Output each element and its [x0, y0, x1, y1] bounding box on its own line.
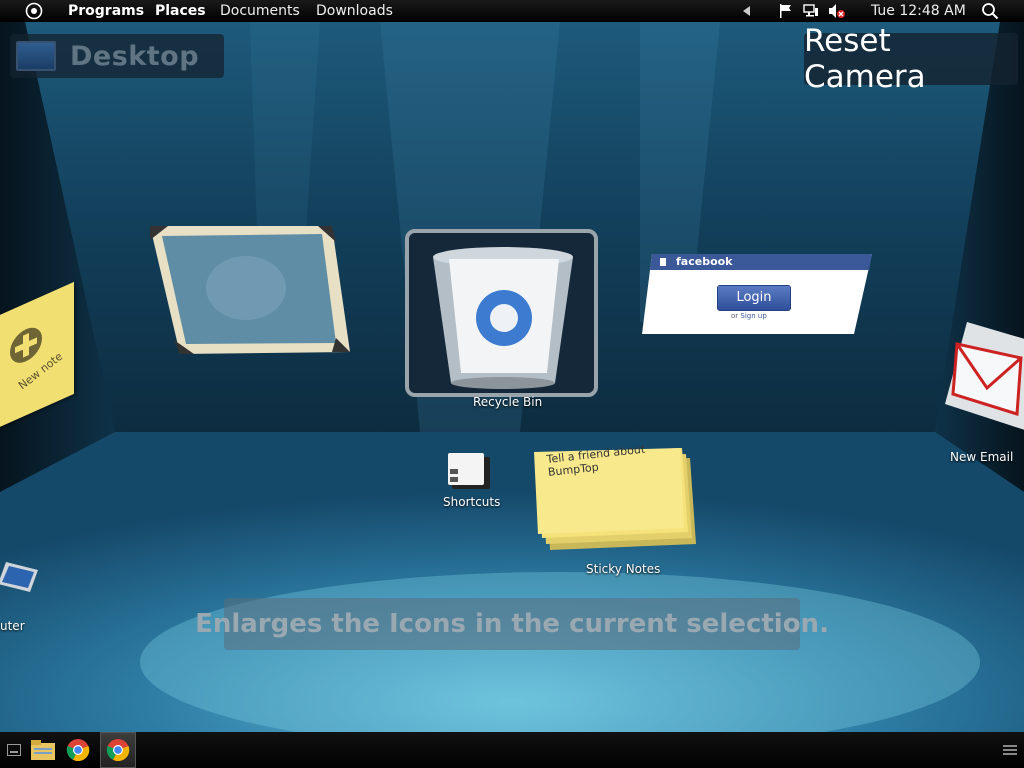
show-desktop-icon[interactable]: [4, 732, 24, 768]
shortcuts-icon[interactable]: [444, 453, 494, 493]
recycle-bin-icon[interactable]: [405, 229, 598, 397]
new-email-icon[interactable]: [945, 322, 1024, 432]
facebook-title: facebook: [676, 255, 733, 268]
computer-label: uter: [0, 619, 25, 633]
monitor-icon: [16, 41, 56, 71]
computer-icon[interactable]: [0, 562, 42, 598]
chrome-window-button[interactable]: [100, 732, 136, 768]
facebook-signup-link[interactable]: Sign up: [740, 312, 766, 320]
action-tooltip: Enlarges the Icons in the current select…: [195, 598, 829, 650]
volume-muted-icon[interactable]: [828, 3, 846, 19]
bumptop-desktop[interactable]: Desktop Reset Camera Recycle Bin faceboo…: [0, 22, 1024, 732]
menu-documents[interactable]: Documents: [220, 0, 300, 22]
desktop-title: Desktop: [70, 40, 200, 72]
flag-icon[interactable]: [777, 3, 793, 19]
bottom-taskbar: [0, 732, 1024, 768]
sticky-notes-label: Sticky Notes: [586, 562, 661, 576]
clock[interactable]: Tue 12:48 AM: [871, 0, 966, 22]
search-icon[interactable]: [980, 3, 1000, 20]
reset-camera-button[interactable]: Reset Camera: [804, 23, 1018, 95]
desktop-title-badge: Desktop: [10, 34, 224, 78]
top-panel: Programs Places Documents Downloads Tue …: [0, 0, 1024, 22]
facebook-signup: or Sign up: [731, 312, 767, 320]
chrome-icon: [106, 739, 130, 762]
main-menu-icon[interactable]: [24, 2, 44, 20]
tray-arrow-icon[interactable]: [742, 3, 752, 19]
new-email-label: New Email: [950, 450, 1014, 464]
menu-lines-icon[interactable]: [1000, 732, 1020, 768]
photo-frame-widget[interactable]: [150, 226, 350, 356]
recycle-bin-label: Recycle Bin: [473, 395, 543, 409]
network-icon[interactable]: [802, 3, 820, 19]
facebook-login-button[interactable]: Login: [717, 285, 791, 311]
chrome-icon[interactable]: [62, 732, 94, 768]
menu-places[interactable]: Places: [155, 0, 206, 22]
menu-programs[interactable]: Programs: [68, 0, 144, 22]
menu-downloads[interactable]: Downloads: [316, 0, 393, 22]
file-manager-icon[interactable]: [28, 732, 58, 768]
shortcuts-label: Shortcuts: [443, 495, 501, 509]
